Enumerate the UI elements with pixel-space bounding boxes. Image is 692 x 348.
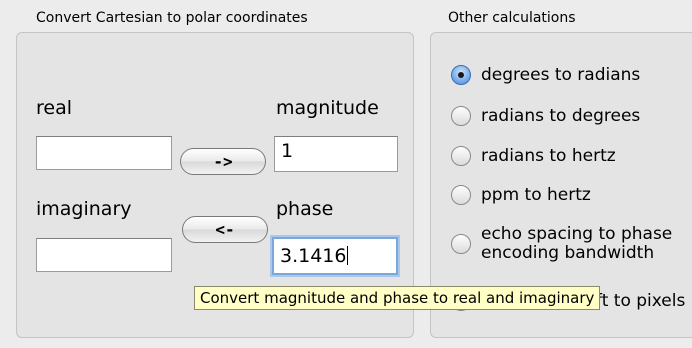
radio-selected-icon[interactable] bbox=[451, 65, 471, 85]
magnitude-label: magnitude bbox=[276, 97, 379, 119]
radio-icon[interactable] bbox=[451, 234, 471, 254]
imaginary-label: imaginary bbox=[36, 198, 132, 220]
option-label: degrees to radians bbox=[481, 65, 641, 85]
convert-to-polar-button[interactable]: -> bbox=[180, 148, 266, 175]
option-echo-spacing[interactable]: echo spacing to phase encoding bandwidth bbox=[451, 225, 672, 263]
text-caret bbox=[347, 246, 349, 265]
option-radians-to-degrees[interactable]: radians to degrees bbox=[451, 106, 640, 126]
option-label: echo spacing to phase encoding bandwidth bbox=[481, 225, 672, 263]
cartesian-polar-group-title: Convert Cartesian to polar coordinates bbox=[36, 10, 308, 26]
radio-icon[interactable] bbox=[451, 106, 471, 126]
option-label-line2: encoding bandwidth bbox=[481, 243, 655, 263]
option-label: radians to degrees bbox=[481, 106, 641, 126]
option-radians-to-hertz[interactable]: radians to hertz bbox=[451, 146, 616, 166]
radio-icon[interactable] bbox=[451, 185, 471, 205]
convert-to-cartesian-button[interactable]: <- bbox=[182, 216, 268, 243]
other-calculations-title: Other calculations bbox=[448, 10, 576, 26]
magnitude-field[interactable]: 1 bbox=[274, 136, 398, 172]
option-degrees-to-radians[interactable]: degrees to radians bbox=[451, 65, 640, 85]
option-label-line1: echo spacing to phase bbox=[481, 224, 673, 244]
phase-field-value: 3.1416 bbox=[280, 245, 347, 267]
tooltip: Convert magnitude and phase to real and … bbox=[194, 286, 601, 310]
option-label: ppm to hertz bbox=[481, 185, 591, 205]
option-ppm-to-hertz[interactable]: ppm to hertz bbox=[451, 185, 591, 205]
radio-icon[interactable] bbox=[451, 146, 471, 166]
phase-label: phase bbox=[276, 198, 334, 220]
option-label: radians to hertz bbox=[481, 146, 616, 166]
imaginary-field[interactable] bbox=[36, 238, 172, 272]
real-field[interactable] bbox=[36, 136, 172, 170]
real-label: real bbox=[36, 97, 73, 119]
phase-field[interactable]: 3.1416 bbox=[272, 237, 398, 275]
